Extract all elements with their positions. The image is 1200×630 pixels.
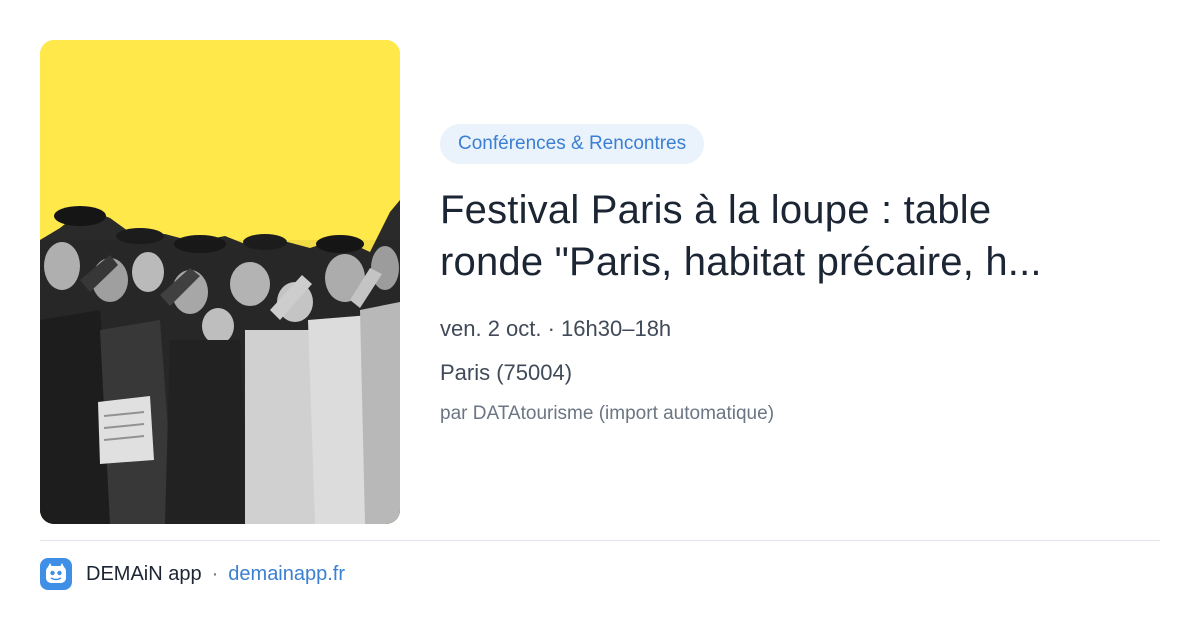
event-location: Paris (75004) bbox=[440, 360, 573, 385]
crowd-photo bbox=[40, 40, 400, 524]
event-title-line2: ronde "Paris, habitat précaire, h... bbox=[440, 240, 1042, 284]
category-badge[interactable]: Conférences & Rencontres bbox=[440, 124, 705, 164]
event-image[interactable] bbox=[40, 40, 400, 524]
footer-divider bbox=[40, 540, 1160, 541]
footer: DEMAiN app · demainapp.fr bbox=[40, 558, 345, 590]
domain-link[interactable]: demainapp.fr bbox=[228, 563, 345, 586]
event-details: Conférences & Rencontres Festival Paris … bbox=[440, 124, 1140, 428]
event-datetime: ven. 2 oct. · 16h30–18h bbox=[440, 316, 672, 341]
app-name: DEMAiN app bbox=[86, 562, 202, 585]
demain-app-icon[interactable] bbox=[40, 558, 72, 590]
event-title-line1: Festival Paris à la loupe : table bbox=[440, 188, 992, 232]
event-title[interactable]: Festival Paris à la loupe : table ronde … bbox=[440, 184, 1140, 288]
event-source: par DATAtourisme (import automatique) bbox=[440, 403, 775, 424]
monster-face-icon bbox=[46, 563, 66, 583]
footer-separator: · bbox=[211, 562, 219, 585]
